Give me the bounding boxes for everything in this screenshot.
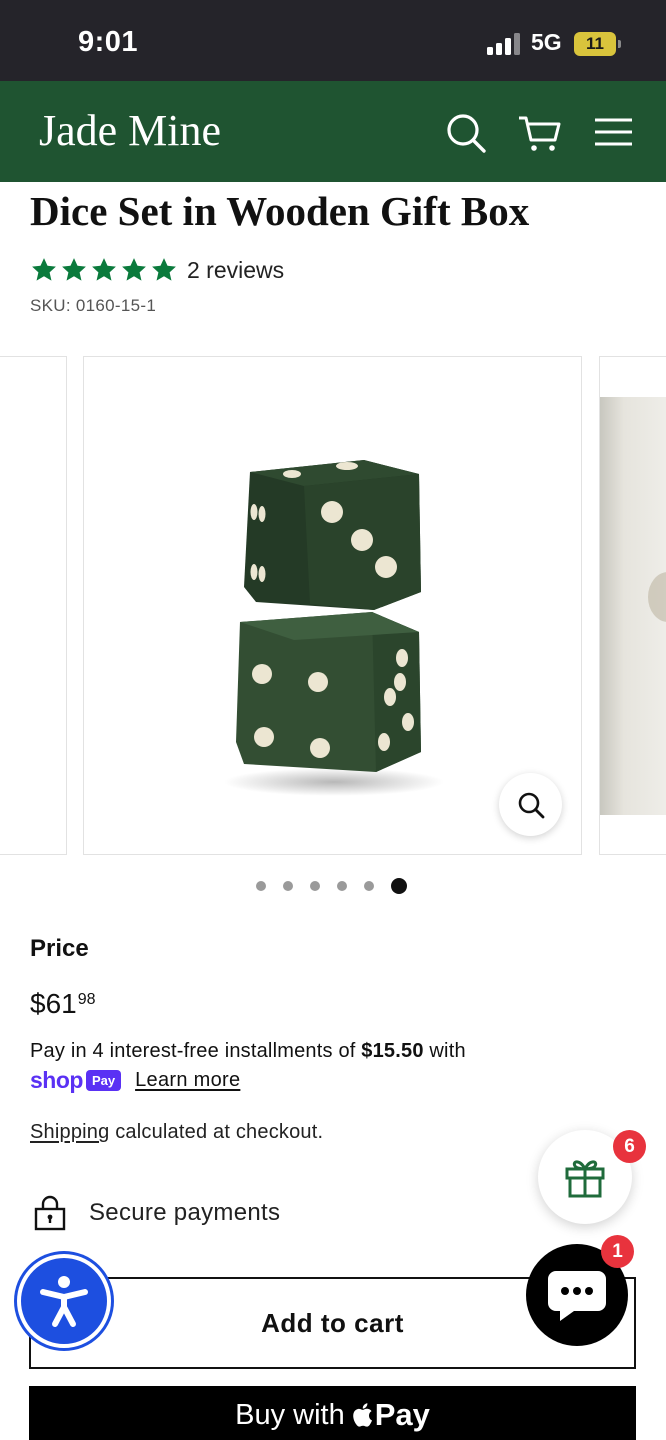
installments-text: Pay in 4 interest-free installments of $… <box>30 1040 466 1063</box>
secure-payments-label: Secure payments <box>89 1199 281 1226</box>
product-rating[interactable]: 2 reviews <box>30 255 284 285</box>
zoom-icon <box>518 792 544 818</box>
next-product-image <box>600 397 666 815</box>
apple-pay-button[interactable]: Buy with Pay <box>29 1386 636 1440</box>
star-icon <box>152 258 176 281</box>
gallery-pagination <box>256 878 407 894</box>
battery-icon: 11 <box>574 32 621 56</box>
price-label: Price <box>30 935 89 962</box>
learn-more-link[interactable]: Learn more <box>135 1069 240 1092</box>
signal-icon <box>487 33 521 55</box>
installment-amount: $15.50 <box>361 1040 424 1062</box>
gift-notification-badge: 6 <box>613 1130 646 1163</box>
shop-pay-logo: shop <box>30 1067 83 1093</box>
accessibility-icon <box>40 1276 88 1327</box>
cart-icon[interactable] <box>517 111 561 155</box>
apple-icon <box>352 1403 372 1427</box>
reviews-count[interactable]: 2 reviews <box>187 257 284 284</box>
star-icon <box>92 258 116 281</box>
secure-payments: Secure payments <box>33 1195 280 1231</box>
chat-notification-badge: 1 <box>601 1235 634 1268</box>
pagination-dot[interactable] <box>283 881 293 891</box>
installments-pre: Pay in 4 interest-free installments of <box>30 1040 362 1062</box>
menu-icon[interactable] <box>592 111 636 155</box>
pagination-dot[interactable] <box>310 881 320 891</box>
shipping-text: calculated at checkout. <box>109 1121 324 1143</box>
accessibility-button[interactable] <box>17 1254 111 1348</box>
site-header: Jade Mine <box>0 81 666 182</box>
shop-pay-row: shop Pay Learn more <box>30 1067 240 1094</box>
star-icon <box>122 258 146 281</box>
price-cents: 98 <box>77 991 96 1008</box>
site-logo[interactable]: Jade Mine <box>39 105 221 156</box>
pagination-dot[interactable] <box>256 881 266 891</box>
lock-icon <box>34 1195 66 1231</box>
pagination-dot[interactable] <box>364 881 374 891</box>
buy-with-label: Buy with <box>235 1398 345 1431</box>
star-icon <box>32 258 56 281</box>
search-icon[interactable] <box>444 111 488 155</box>
pagination-dot[interactable] <box>337 881 347 891</box>
installments-post: with <box>423 1040 466 1062</box>
price-value: $6198 <box>30 988 96 1020</box>
network-type: 5G <box>531 29 562 55</box>
shipping-link[interactable]: Shipping <box>30 1121 109 1143</box>
shipping-note: Shipping calculated at checkout. <box>30 1121 323 1144</box>
chat-icon <box>548 1271 606 1321</box>
gift-icon <box>565 1160 605 1198</box>
product-title: Dice Set in Wooden Gift Box <box>30 188 530 234</box>
product-image <box>214 442 454 802</box>
status-time: 9:01 <box>78 26 139 58</box>
gallery-slide-previous[interactable] <box>0 356 67 855</box>
star-icon <box>62 258 86 281</box>
gallery-slide-next[interactable] <box>599 356 666 855</box>
status-bar: 9:01 5G 11 <box>0 0 666 81</box>
zoom-button[interactable] <box>499 773 562 836</box>
apple-pay-label: Pay <box>374 1397 430 1432</box>
gallery-slide-main[interactable] <box>83 356 582 855</box>
price-main: $61 <box>30 988 77 1019</box>
pagination-dot-active[interactable] <box>391 878 407 894</box>
rating-stars <box>30 256 180 284</box>
shop-pay-badge: Pay <box>85 1070 122 1091</box>
apple-pay-mark: Pay <box>351 1397 430 1433</box>
product-sku: SKU: 0160-15-1 <box>30 296 157 315</box>
